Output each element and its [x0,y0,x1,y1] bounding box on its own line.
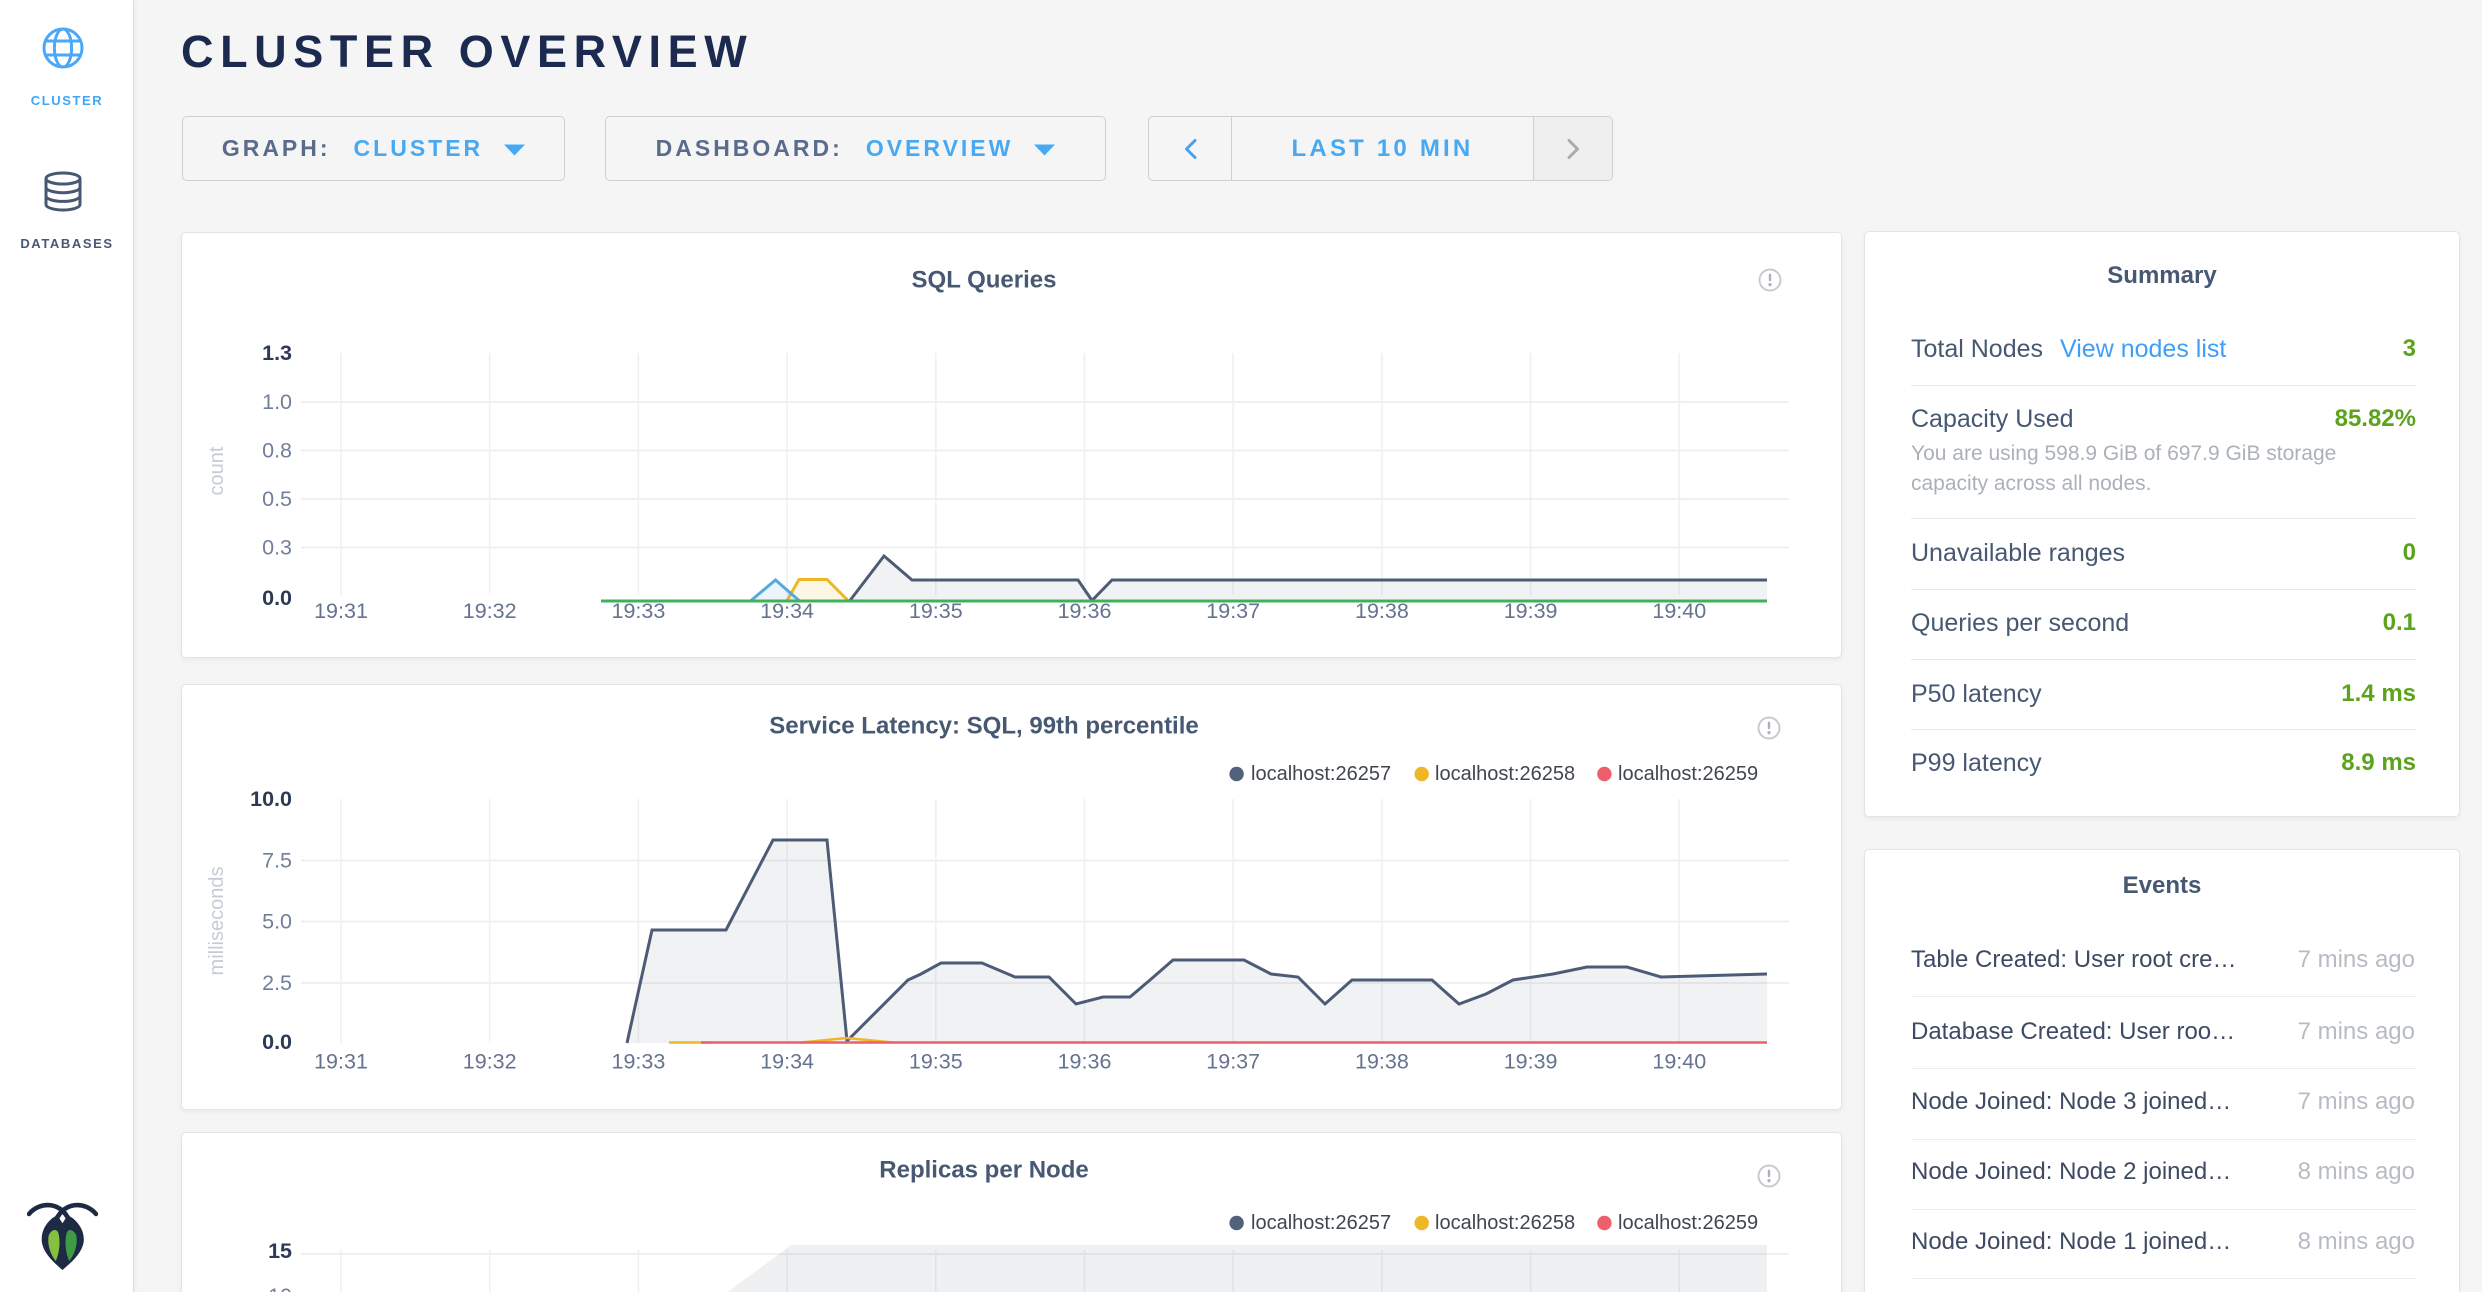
svg-text:19:31: 19:31 [314,599,368,623]
svg-text:0.0: 0.0 [262,1030,292,1054]
svg-text:15: 15 [268,1239,292,1263]
svg-text:19:40: 19:40 [1652,599,1706,623]
svg-text:7.5: 7.5 [262,849,292,873]
svg-text:19:33: 19:33 [611,599,665,623]
svg-text:19:32: 19:32 [463,599,517,623]
svg-text:0.3: 0.3 [262,536,292,560]
svg-text:19:35: 19:35 [909,1050,963,1074]
svg-text:Service Latency: SQL, 99th per: Service Latency: SQL, 99th percentile [769,713,1199,740]
svg-text:2.5: 2.5 [262,971,292,995]
svg-text:19:39: 19:39 [1504,599,1558,623]
svg-text:count: count [206,446,228,495]
svg-text:1.3: 1.3 [262,341,292,365]
svg-text:19:36: 19:36 [1058,1050,1112,1074]
svg-text:19:38: 19:38 [1355,1050,1409,1074]
svg-text:19:34: 19:34 [760,1050,814,1074]
svg-text:milliseconds: milliseconds [206,867,228,976]
svg-text:19:34: 19:34 [760,599,814,623]
svg-text:19:39: 19:39 [1504,1050,1558,1074]
svg-text:19:37: 19:37 [1206,1050,1260,1074]
svg-text:19:35: 19:35 [909,599,963,623]
svg-text:19:38: 19:38 [1355,599,1409,623]
svg-text:0.8: 0.8 [262,439,292,463]
svg-text:localhost:26257: localhost:26257 [1251,763,1391,785]
svg-text:localhost:26259: localhost:26259 [1618,1212,1758,1234]
svg-text:19:36: 19:36 [1058,599,1112,623]
svg-text:Replicas per Node: Replicas per Node [879,1157,1088,1184]
svg-text:19:31: 19:31 [314,1050,368,1074]
svg-text:0.5: 0.5 [262,487,292,511]
svg-text:5.0: 5.0 [262,910,292,934]
svg-text:10.0: 10.0 [250,787,292,811]
svg-text:SQL Queries: SQL Queries [912,267,1057,294]
svg-text:localhost:26258: localhost:26258 [1435,763,1575,785]
svg-text:19:33: 19:33 [611,1050,665,1074]
svg-text:10: 10 [268,1284,292,1292]
svg-text:19:32: 19:32 [463,1050,517,1074]
svg-text:19:37: 19:37 [1206,599,1260,623]
svg-text:localhost:26257: localhost:26257 [1251,1212,1391,1234]
svg-text:localhost:26258: localhost:26258 [1435,1212,1575,1234]
svg-text:1.0: 1.0 [262,390,292,414]
svg-text:19:40: 19:40 [1652,1050,1706,1074]
svg-text:localhost:26259: localhost:26259 [1618,763,1758,785]
svg-text:0.0: 0.0 [262,586,292,610]
